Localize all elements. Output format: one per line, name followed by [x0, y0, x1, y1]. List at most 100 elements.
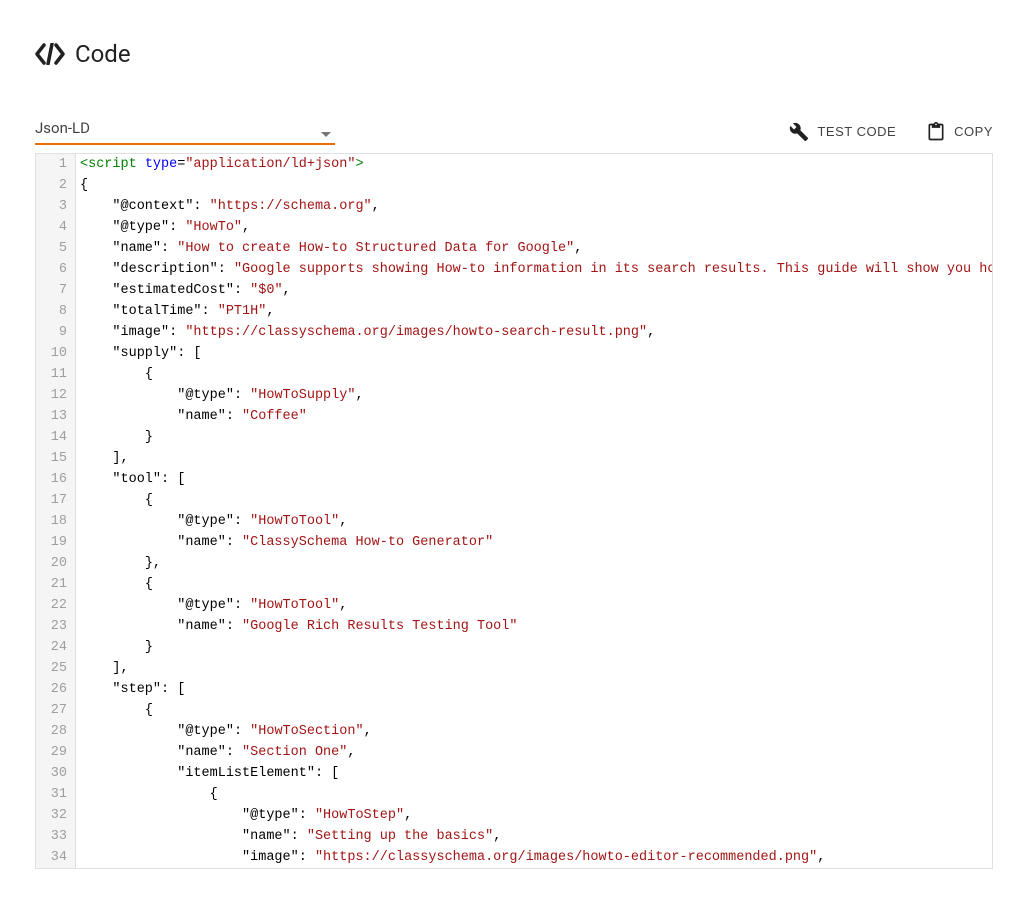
- code-content[interactable]: "totalTime": "PT1H",: [76, 301, 992, 322]
- code-content[interactable]: ],: [76, 448, 992, 469]
- line-number: 10: [36, 343, 76, 364]
- line-number: 23: [36, 616, 76, 637]
- wrench-icon: [789, 122, 809, 142]
- code-line[interactable]: 29 "name": "Section One",: [36, 742, 992, 763]
- code-content[interactable]: "name": "Setting up the basics",: [76, 826, 992, 847]
- code-line[interactable]: 20 },: [36, 553, 992, 574]
- code-content[interactable]: "@type": "HowToSupply",: [76, 385, 992, 406]
- code-line[interactable]: 22 "@type": "HowToTool",: [36, 595, 992, 616]
- code-content[interactable]: {: [76, 175, 992, 196]
- toolbar-actions: TEST CODE COPY: [789, 121, 993, 143]
- line-number: 14: [36, 427, 76, 448]
- test-code-label: TEST CODE: [817, 124, 896, 139]
- code-line[interactable]: 19 "name": "ClassySchema How-to Generato…: [36, 532, 992, 553]
- line-number: 2: [36, 175, 76, 196]
- code-line[interactable]: 26 "step": [: [36, 679, 992, 700]
- line-number: 20: [36, 553, 76, 574]
- code-line[interactable]: 8 "totalTime": "PT1H",: [36, 301, 992, 322]
- copy-label: COPY: [954, 124, 993, 139]
- line-number: 22: [36, 595, 76, 616]
- code-content[interactable]: "@type": "HowToSection",: [76, 721, 992, 742]
- code-line[interactable]: 4 "@type": "HowTo",: [36, 217, 992, 238]
- code-line[interactable]: 33 "name": "Setting up the basics",: [36, 826, 992, 847]
- code-line[interactable]: 17 {: [36, 490, 992, 511]
- code-content[interactable]: }: [76, 427, 992, 448]
- code-line[interactable]: 13 "name": "Coffee": [36, 406, 992, 427]
- line-number: 34: [36, 847, 76, 868]
- code-content[interactable]: "@type": "HowTo",: [76, 217, 992, 238]
- code-content[interactable]: {: [76, 364, 992, 385]
- copy-button[interactable]: COPY: [926, 121, 993, 143]
- toolbar: Json-LD TEST CODE COPY: [35, 118, 993, 145]
- line-number: 6: [36, 259, 76, 280]
- code-content[interactable]: },: [76, 553, 992, 574]
- code-line[interactable]: 10 "supply": [: [36, 343, 992, 364]
- code-content[interactable]: "name": "Section One",: [76, 742, 992, 763]
- code-line[interactable]: 7 "estimatedCost": "$0",: [36, 280, 992, 301]
- format-dropdown[interactable]: Json-LD: [35, 118, 335, 145]
- code-content[interactable]: {: [76, 784, 992, 805]
- code-content[interactable]: {: [76, 574, 992, 595]
- code-line[interactable]: 12 "@type": "HowToSupply",: [36, 385, 992, 406]
- code-content[interactable]: "estimatedCost": "$0",: [76, 280, 992, 301]
- code-line[interactable]: 27 {: [36, 700, 992, 721]
- code-line[interactable]: 16 "tool": [: [36, 469, 992, 490]
- code-content[interactable]: "@type": "HowToTool",: [76, 511, 992, 532]
- line-number: 12: [36, 385, 76, 406]
- code-content[interactable]: }: [76, 637, 992, 658]
- line-number: 13: [36, 406, 76, 427]
- code-content[interactable]: <script type="application/ld+json">: [76, 154, 992, 175]
- code-content[interactable]: "name": "Coffee": [76, 406, 992, 427]
- line-number: 33: [36, 826, 76, 847]
- code-line[interactable]: 23 "name": "Google Rich Results Testing …: [36, 616, 992, 637]
- code-line[interactable]: 32 "@type": "HowToStep",: [36, 805, 992, 826]
- code-content[interactable]: "@context": "https://schema.org",: [76, 196, 992, 217]
- code-content[interactable]: "name": "Google Rich Results Testing Too…: [76, 616, 992, 637]
- line-number: 16: [36, 469, 76, 490]
- line-number: 17: [36, 490, 76, 511]
- code-content[interactable]: "description": "Google supports showing …: [76, 259, 992, 280]
- code-content[interactable]: {: [76, 490, 992, 511]
- line-number: 29: [36, 742, 76, 763]
- code-line[interactable]: 14 }: [36, 427, 992, 448]
- code-content[interactable]: "tool": [: [76, 469, 992, 490]
- line-number: 1: [36, 154, 76, 175]
- code-content[interactable]: "name": "How to create How-to Structured…: [76, 238, 992, 259]
- code-line[interactable]: 1<script type="application/ld+json">: [36, 154, 992, 175]
- code-content[interactable]: {: [76, 700, 992, 721]
- test-code-button[interactable]: TEST CODE: [789, 122, 896, 142]
- code-line[interactable]: 5 "name": "How to create How-to Structur…: [36, 238, 992, 259]
- code-line[interactable]: 30 "itemListElement": [: [36, 763, 992, 784]
- page-header: Code: [35, 40, 993, 68]
- code-line[interactable]: 28 "@type": "HowToSection",: [36, 721, 992, 742]
- line-number: 32: [36, 805, 76, 826]
- code-line[interactable]: 24 }: [36, 637, 992, 658]
- code-line[interactable]: 9 "image": "https://classyschema.org/ima…: [36, 322, 992, 343]
- code-line[interactable]: 11 {: [36, 364, 992, 385]
- line-number: 26: [36, 679, 76, 700]
- code-content[interactable]: ],: [76, 658, 992, 679]
- code-line[interactable]: 3 "@context": "https://schema.org",: [36, 196, 992, 217]
- code-content[interactable]: "image": "https://classyschema.org/image…: [76, 847, 992, 868]
- dropdown-label: Json-LD: [35, 119, 90, 137]
- code-line[interactable]: 15 ],: [36, 448, 992, 469]
- line-number: 21: [36, 574, 76, 595]
- code-line[interactable]: 25 ],: [36, 658, 992, 679]
- code-editor[interactable]: 1<script type="application/ld+json">2{3 …: [35, 153, 993, 869]
- code-line[interactable]: 34 "image": "https://classyschema.org/im…: [36, 847, 992, 868]
- code-content[interactable]: "name": "ClassySchema How-to Generator": [76, 532, 992, 553]
- code-line[interactable]: 2{: [36, 175, 992, 196]
- code-content[interactable]: "step": [: [76, 679, 992, 700]
- code-content[interactable]: "@type": "HowToStep",: [76, 805, 992, 826]
- code-content[interactable]: "@type": "HowToTool",: [76, 595, 992, 616]
- line-number: 19: [36, 532, 76, 553]
- line-number: 4: [36, 217, 76, 238]
- code-line[interactable]: 6 "description": "Google supports showin…: [36, 259, 992, 280]
- code-content[interactable]: "supply": [: [76, 343, 992, 364]
- code-line[interactable]: 18 "@type": "HowToTool",: [36, 511, 992, 532]
- code-line[interactable]: 21 {: [36, 574, 992, 595]
- code-line[interactable]: 31 {: [36, 784, 992, 805]
- line-number: 7: [36, 280, 76, 301]
- code-content[interactable]: "itemListElement": [: [76, 763, 992, 784]
- code-content[interactable]: "image": "https://classyschema.org/image…: [76, 322, 992, 343]
